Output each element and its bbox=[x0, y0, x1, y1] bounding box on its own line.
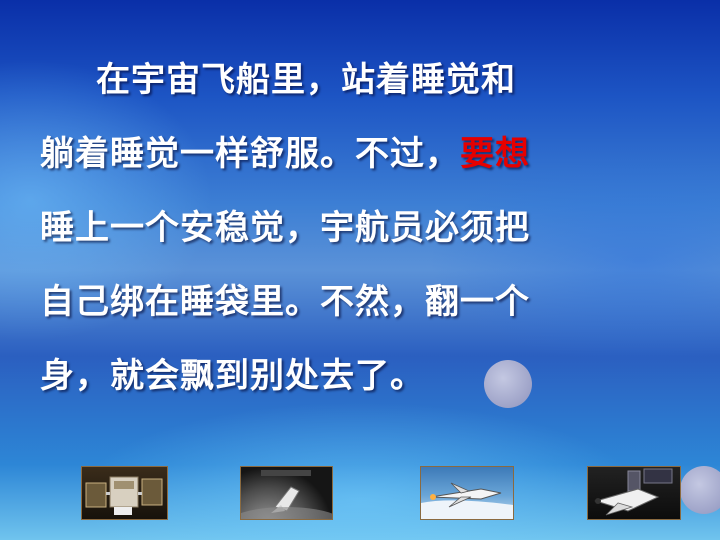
paragraph-line-5: 身，就会飘到别处去了。 bbox=[40, 346, 640, 420]
space-shuttle-over-earth-photo bbox=[240, 466, 333, 520]
paragraph-line-3: 睡上一个安稳觉，宇航员必须把 bbox=[40, 198, 640, 272]
highlighted-text: 要想 bbox=[460, 134, 530, 174]
paragraph-line-1: 在宇宙飞船里，站着睡觉和 bbox=[40, 50, 640, 124]
decorative-circle-bullet bbox=[484, 360, 532, 408]
slide-background: 在宇宙飞船里，站着睡觉和 躺着睡觉一样舒服。不过，要想 睡上一个安稳觉，宇航员必… bbox=[0, 0, 720, 540]
paragraph: 在宇宙飞船里，站着睡觉和 躺着睡觉一样舒服。不过，要想 睡上一个安稳觉，宇航员必… bbox=[40, 50, 640, 420]
line-1-text: 在宇宙飞船里，站着睡觉和 bbox=[96, 60, 516, 100]
line-3-text: 睡上一个安稳觉，宇航员必须把 bbox=[40, 208, 530, 248]
paragraph-line-4: 自己绑在睡袋里。不然，翻一个 bbox=[40, 272, 640, 346]
paragraph-line-2: 躺着睡觉一样舒服。不过，要想 bbox=[40, 124, 640, 198]
shuttle-launch-photo bbox=[420, 466, 514, 520]
line-4-text: 自己绑在睡袋里。不然，翻一个 bbox=[40, 282, 530, 322]
line-5-text: 身，就会飘到别处去了。 bbox=[40, 356, 425, 396]
decorative-circle-bullet bbox=[680, 466, 720, 514]
space-shuttle-in-orbit-photo bbox=[587, 466, 681, 520]
satellite-photo bbox=[81, 466, 168, 520]
line-2-text: 躺着睡觉一样舒服。不过， bbox=[40, 134, 460, 174]
